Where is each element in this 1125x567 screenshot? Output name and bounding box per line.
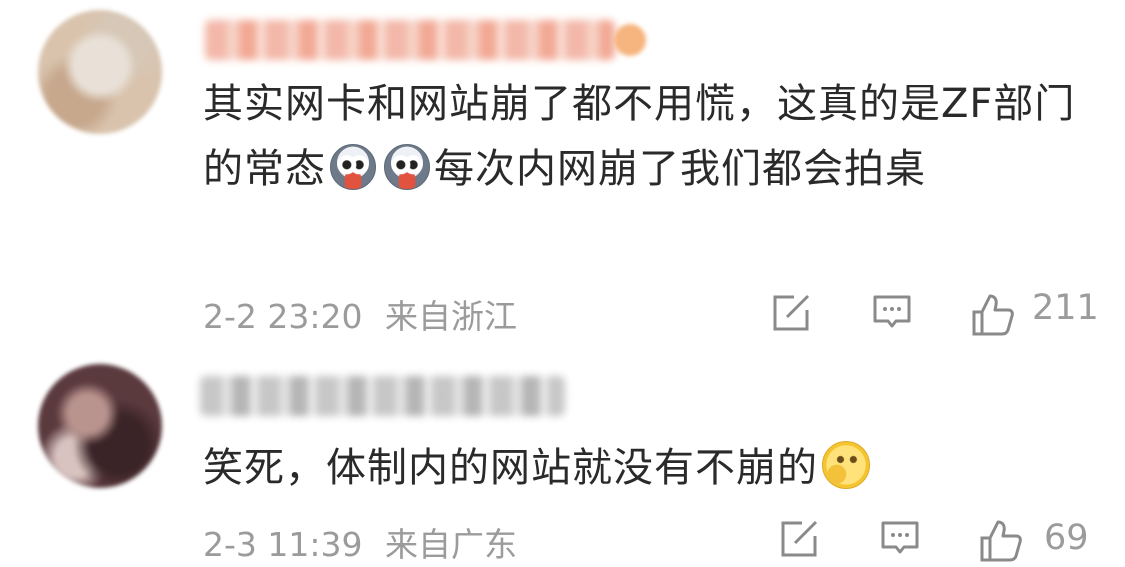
dog-emoji-icon xyxy=(330,144,376,190)
avatar[interactable] xyxy=(38,364,162,488)
comment-meta: 2-3 11:39 来自广东 xyxy=(203,518,517,566)
comment-location: 来自浙江 xyxy=(385,297,517,336)
comment-date: 2-3 11:39 xyxy=(203,525,363,564)
comment-icon[interactable] xyxy=(872,292,912,332)
username-blurred[interactable] xyxy=(200,376,565,416)
crown-icon xyxy=(614,24,646,56)
comment-item: 笑死，体制内的网站就没有不崩的 2-3 11:39 来自广东 69 xyxy=(0,352,1125,567)
comment-text-part: 笑死，体制内的网站就没有不崩的 xyxy=(203,445,818,491)
share-icon[interactable] xyxy=(772,292,812,332)
comment-item: 其实网卡和网站崩了都不用慌，这真的是ZF部门的常态 每次内网崩了我们都会拍桌 2-… xyxy=(0,0,1125,350)
comment-text-part: 每次内网崩了我们都会拍桌 xyxy=(434,146,926,192)
like-count: 211 xyxy=(1032,288,1099,328)
comment-icon[interactable] xyxy=(880,518,920,558)
comment-location: 来自广东 xyxy=(385,525,517,564)
dog-emoji-icon xyxy=(384,144,430,190)
thumbs-up-icon[interactable] xyxy=(970,292,1016,338)
comment-date: 2-2 23:20 xyxy=(203,297,363,336)
thumbs-up-icon[interactable] xyxy=(978,518,1024,564)
avatar[interactable] xyxy=(38,10,162,134)
comment-text: 笑死，体制内的网站就没有不崩的 xyxy=(203,436,1083,501)
comment-meta: 2-2 23:20 来自浙江 xyxy=(203,290,517,338)
like-count: 69 xyxy=(1044,518,1089,558)
username-blurred[interactable] xyxy=(205,20,615,60)
comment-text: 其实网卡和网站崩了都不用慌，这真的是ZF部门的常态 每次内网崩了我们都会拍桌 xyxy=(203,72,1083,202)
share-icon[interactable] xyxy=(780,518,820,558)
thinking-emoji-icon xyxy=(822,441,870,489)
